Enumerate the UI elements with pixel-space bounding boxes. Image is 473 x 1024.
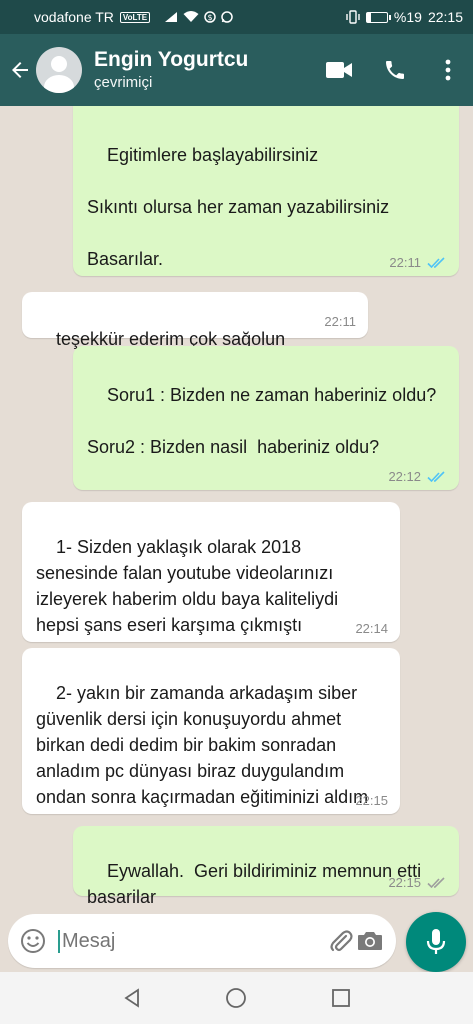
voice-call-button[interactable] xyxy=(367,42,423,98)
more-options-button[interactable] xyxy=(423,42,473,98)
message-bubble[interactable]: 2- yakın bir zamanda arkadaşım siber güv… xyxy=(22,648,400,814)
nav-back-icon xyxy=(124,988,140,1008)
message-time: 22:11 xyxy=(389,255,421,270)
attach-button[interactable] xyxy=(327,921,356,961)
read-receipt-icon xyxy=(427,471,445,483)
message-meta: 22:11 xyxy=(389,256,447,270)
message-time: 22:11 xyxy=(324,314,356,329)
message-meta: 22:15 xyxy=(388,876,447,890)
message-text: Eywallah. Geri bildiriminiz memnun etti … xyxy=(87,861,432,907)
voice-record-button[interactable] xyxy=(406,912,466,972)
message-time: 22:14 xyxy=(355,621,388,636)
camera-icon xyxy=(357,932,382,950)
message-input[interactable] xyxy=(58,929,327,953)
wifi-icon xyxy=(183,11,199,22)
video-call-button[interactable] xyxy=(311,42,367,98)
nav-recents-icon xyxy=(331,989,350,1007)
whatsapp-notification-icon xyxy=(221,11,233,23)
nav-home-button[interactable] xyxy=(211,973,261,1023)
message-meta: 22:12 xyxy=(388,470,447,484)
emoji-icon xyxy=(21,929,45,953)
phone-icon xyxy=(386,61,404,79)
emoji-button[interactable] xyxy=(20,926,46,956)
camera-button[interactable] xyxy=(356,921,385,961)
delivered-receipt-icon xyxy=(427,877,445,889)
message-meta: 22:11 xyxy=(324,315,356,329)
battery-level xyxy=(366,12,371,22)
contact-status: çevrimiçi xyxy=(94,74,153,91)
avatar-icon[interactable] xyxy=(36,47,82,93)
message-text: 1- Sizden yaklaşık olarak 2018 senesinde… xyxy=(36,537,344,635)
message-text: 2- yakın bir zamanda arkadaşım siber güv… xyxy=(36,683,369,807)
svg-text:$: $ xyxy=(208,13,213,22)
back-button[interactable] xyxy=(0,34,40,106)
attach-icon xyxy=(330,930,353,952)
volte-badge: VoLTE xyxy=(119,11,151,23)
mic-icon xyxy=(426,929,446,954)
compose-box xyxy=(8,914,396,968)
message-list[interactable]: Egitimlere başlayabilirsiniz Sıkıntı olu… xyxy=(0,106,473,908)
nav-back-button[interactable] xyxy=(107,973,157,1023)
data-saver-icon: $ xyxy=(204,11,216,23)
signal-icon xyxy=(165,12,178,22)
clock: 22:15 xyxy=(427,9,463,25)
compose-bar xyxy=(0,908,473,972)
status-bar: vodafone TR VoLTE $ %19 22:15 xyxy=(0,0,473,34)
message-text: Soru1 : Bizden ne zaman haberiniz oldu? … xyxy=(87,385,437,457)
message-time: 22:12 xyxy=(388,469,421,484)
message-bubble[interactable]: 1- Sizden yaklaşık olarak 2018 senesinde… xyxy=(22,502,400,642)
message-bubble[interactable]: Egitimlere başlayabilirsiniz Sıkıntı olu… xyxy=(73,106,459,276)
video-call-icon xyxy=(326,62,352,78)
message-time: 22:15 xyxy=(355,793,388,808)
contact-info[interactable]: Engin Yogurtcu çevrimiçi xyxy=(94,47,311,93)
back-arrow-icon xyxy=(12,62,28,78)
vibrate-icon xyxy=(346,10,360,24)
system-nav-bar xyxy=(0,972,473,1024)
message-meta: 22:15 xyxy=(355,794,388,808)
battery-icon xyxy=(365,11,391,23)
more-options-icon xyxy=(445,59,451,81)
message-bubble[interactable]: teşekkür ederim çok sağolun 22:11 xyxy=(22,292,368,349)
message-time: 22:15 xyxy=(388,875,421,890)
message-bubble[interactable]: Soru1 : Bizden ne zaman haberiniz oldu? … xyxy=(73,346,459,490)
battery-percent: %19 xyxy=(393,9,422,25)
nav-home-icon xyxy=(226,988,247,1008)
message-text: Egitimlere başlayabilirsiniz Sıkıntı olu… xyxy=(87,145,390,269)
message-meta: 22:14 xyxy=(355,622,388,636)
message-bubble[interactable]: Eywallah. Geri bildiriminiz memnun etti … xyxy=(73,826,459,907)
read-receipt-icon xyxy=(427,257,445,269)
contact-name: Engin Yogurtcu xyxy=(94,48,249,71)
nav-recents-button[interactable] xyxy=(316,973,366,1023)
chat-header: Engin Yogurtcu çevrimiçi xyxy=(0,34,473,106)
carrier-name: vodafone TR xyxy=(34,9,114,25)
